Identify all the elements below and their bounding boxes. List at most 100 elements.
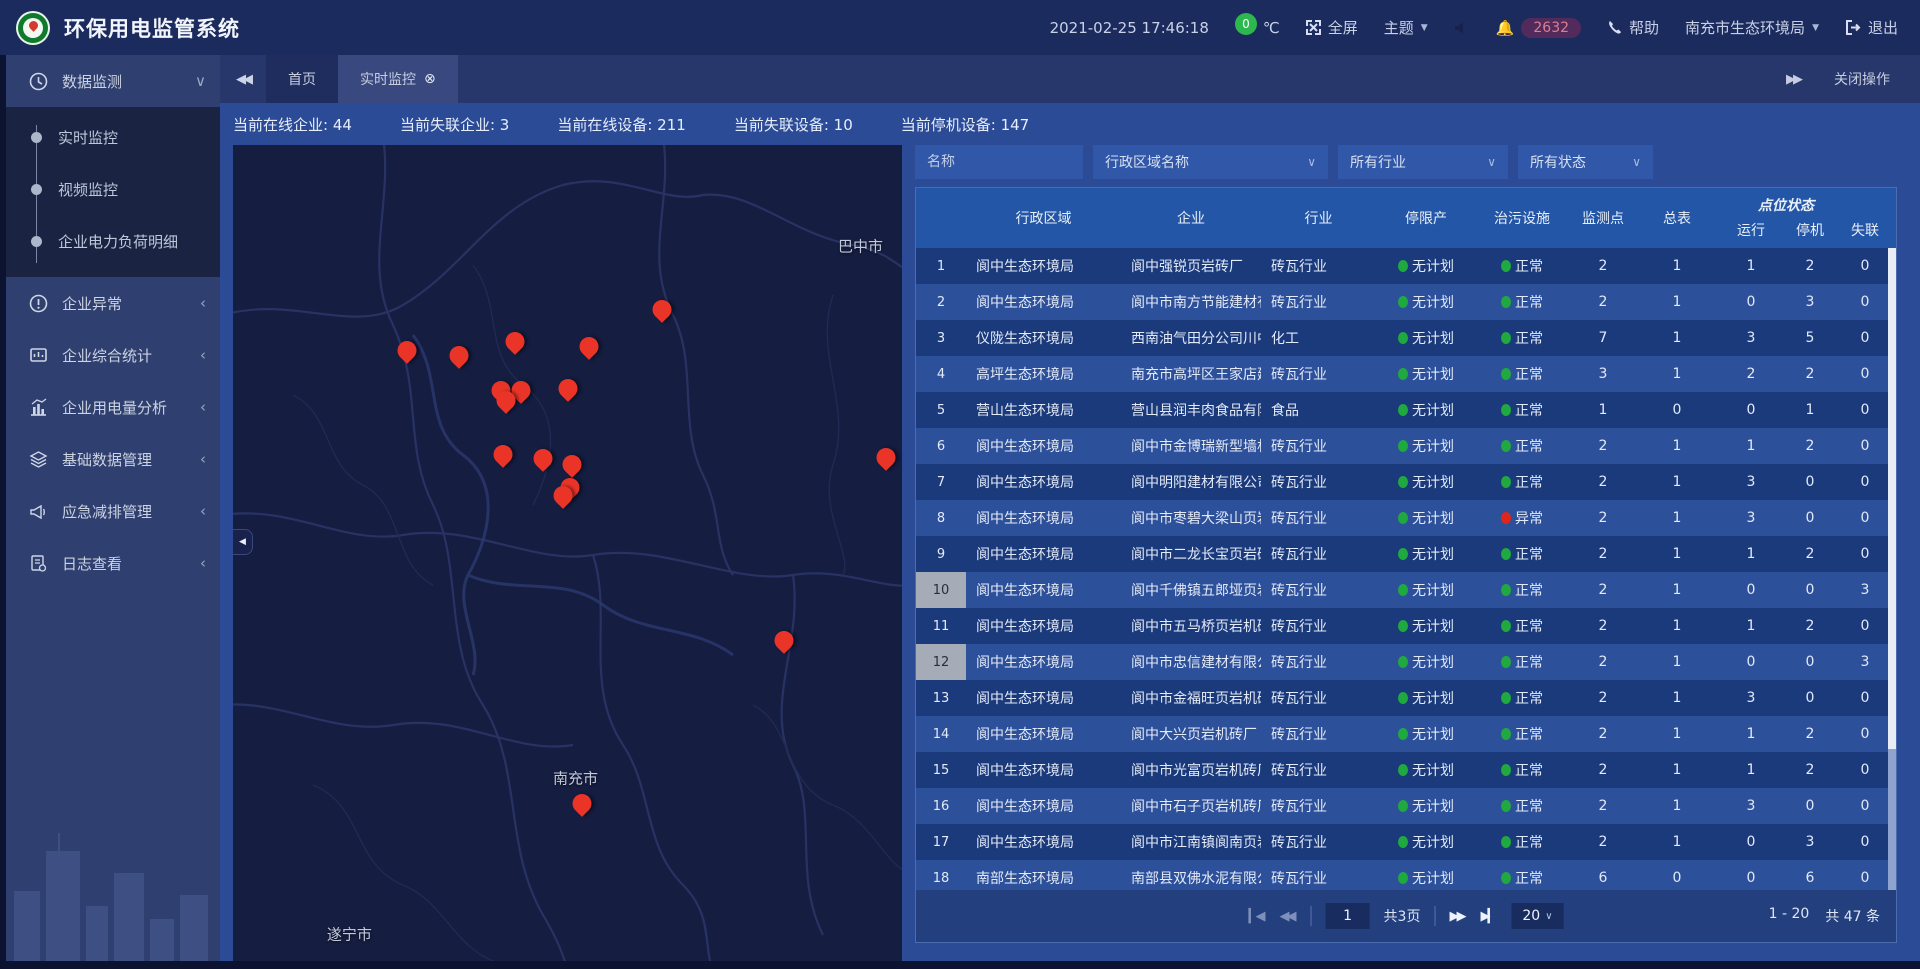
tabs-scroll-left-button[interactable]: ◀◀ bbox=[220, 72, 266, 87]
lost-cell: 0 bbox=[1834, 860, 1896, 890]
sidebar-item-enterprise-statistics[interactable]: 企业综合统计 ‹ bbox=[6, 329, 220, 381]
column-group-point-status: 点位状态 bbox=[1696, 195, 1876, 215]
industry-select[interactable]: 所有行业 ∨ bbox=[1338, 145, 1508, 179]
clock-icon bbox=[28, 72, 48, 91]
tabs-scroll-right-button[interactable]: ▶▶ bbox=[1786, 72, 1800, 87]
next-page-button[interactable]: ▶▶ bbox=[1449, 909, 1466, 924]
table-row[interactable]: 13阆中生态环境局阆中市金福旺页岩机砖砖瓦行业无计划正常21300 bbox=[916, 680, 1896, 716]
status-select[interactable]: 所有状态 ∨ bbox=[1518, 145, 1653, 179]
bell-icon: 🔔 bbox=[1496, 19, 1515, 37]
table-row[interactable]: 17阆中生态环境局阆中市江南镇阆南页岩砖瓦行业无计划正常21030 bbox=[916, 824, 1896, 860]
chevron-expanded-icon: ∨ bbox=[195, 72, 206, 90]
plan-status-cell: 无计划 bbox=[1376, 644, 1476, 680]
points-cell: 2 bbox=[1568, 824, 1638, 860]
sidebar-item-enterprise-anomaly[interactable]: 企业异常 ‹ bbox=[6, 277, 220, 329]
notifications[interactable]: 🔔 2632 bbox=[1496, 18, 1581, 38]
industry-cell: 砖瓦行业 bbox=[1261, 680, 1376, 716]
mute-speaker-button[interactable] bbox=[1454, 21, 1470, 35]
lost-cell: 0 bbox=[1834, 284, 1896, 320]
table-scrollbar[interactable] bbox=[1888, 248, 1896, 890]
help-button[interactable]: 帮助 bbox=[1607, 17, 1659, 38]
last-page-button[interactable]: ▶▎ bbox=[1480, 909, 1497, 924]
column-header-facility: 治污设施 bbox=[1476, 188, 1568, 248]
scrollbar-thumb[interactable] bbox=[1888, 248, 1896, 749]
bullet-dot-icon bbox=[31, 236, 42, 247]
plan-status-cell: 无计划 bbox=[1376, 428, 1476, 464]
facility-status-cell: 正常 bbox=[1476, 752, 1568, 788]
close-operations-button[interactable]: 关闭操作 bbox=[1834, 69, 1890, 89]
facility-status-cell: 正常 bbox=[1476, 392, 1568, 428]
sidebar-item-video-monitoring[interactable]: 视频监控 bbox=[6, 163, 220, 215]
table-row[interactable]: 7阆中生态环境局阆中明阳建材有限公司砖瓦行业无计划正常21300 bbox=[916, 464, 1896, 500]
status-dot-icon bbox=[1501, 836, 1511, 848]
sidebar-item-realtime-monitoring[interactable]: 实时监控 bbox=[6, 111, 220, 163]
page-size-select[interactable]: 20 ∨ bbox=[1511, 903, 1563, 929]
status-dot-icon bbox=[1501, 512, 1511, 524]
running-cell: 1 bbox=[1716, 428, 1786, 464]
first-page-button[interactable]: ▎◀ bbox=[1249, 909, 1266, 924]
chevron-down-icon: ∨ bbox=[1545, 911, 1552, 922]
sidebar-item-log-view[interactable]: 日志查看 ‹ bbox=[6, 537, 220, 589]
points-cell: 2 bbox=[1568, 788, 1638, 824]
table-row[interactable]: 9阆中生态环境局阆中市二龙长宝页岩砖砖瓦行业无计划正常21120 bbox=[916, 536, 1896, 572]
map-city-label: 南充市 bbox=[553, 768, 598, 789]
fullscreen-icon bbox=[1306, 20, 1321, 35]
points-cell: 2 bbox=[1568, 428, 1638, 464]
table-row[interactable]: 16阆中生态环境局阆中市石子页岩机砖厂砖瓦行业无计划正常21300 bbox=[916, 788, 1896, 824]
prev-page-button[interactable]: ◀◀ bbox=[1280, 909, 1297, 924]
org-dropdown[interactable]: 南充市生态环境局 ▼ bbox=[1685, 17, 1819, 38]
name-search-input[interactable] bbox=[915, 145, 1083, 179]
meters-cell: 1 bbox=[1638, 248, 1716, 284]
row-number-cell: 12 bbox=[916, 644, 966, 680]
table-row[interactable]: 15阆中生态环境局阆中市光富页岩机砖厂砖瓦行业无计划正常21120 bbox=[916, 752, 1896, 788]
map-collapse-button[interactable]: ◀ bbox=[233, 529, 253, 555]
table-row[interactable]: 2阆中生态环境局阆中市南方节能建材有砖瓦行业无计划正常21030 bbox=[916, 284, 1896, 320]
table-row[interactable]: 1阆中生态环境局阆中强锐页岩砖厂砖瓦行业无计划正常21120 bbox=[916, 248, 1896, 284]
table-row[interactable]: 6阆中生态环境局阆中市金博瑞新型墙材砖瓦行业无计划正常21120 bbox=[916, 428, 1896, 464]
table-row[interactable]: 5营山生态环境局营山县润丰肉食品有限食品无计划正常10010 bbox=[916, 392, 1896, 428]
stopped-cell: 2 bbox=[1786, 536, 1834, 572]
meters-cell: 1 bbox=[1638, 608, 1716, 644]
points-cell: 2 bbox=[1568, 248, 1638, 284]
status-dot-icon bbox=[1501, 800, 1511, 812]
brand: 环保用电监管系统 bbox=[16, 11, 240, 45]
page-number-input[interactable] bbox=[1326, 903, 1370, 929]
plan-status-cell: 无计划 bbox=[1376, 392, 1476, 428]
map-panel[interactable]: 巴中市南充市遂宁市 ◀ bbox=[233, 145, 902, 961]
row-number-cell: 17 bbox=[916, 824, 966, 860]
table-row[interactable]: 8阆中生态环境局阆中市枣碧大梁山页岩砖瓦行业无计划异常21300 bbox=[916, 500, 1896, 536]
points-cell: 2 bbox=[1568, 608, 1638, 644]
logout-button[interactable]: 退出 bbox=[1845, 17, 1898, 38]
industry-cell: 砖瓦行业 bbox=[1261, 824, 1376, 860]
meters-cell: 0 bbox=[1638, 860, 1716, 890]
column-header-company: 企业 bbox=[1121, 188, 1261, 248]
close-tab-icon[interactable]: ⊗ bbox=[424, 71, 436, 87]
row-number-cell: 4 bbox=[916, 356, 966, 392]
tab-home[interactable]: 首页 bbox=[266, 55, 338, 103]
tab-realtime-monitoring[interactable]: 实时监控 ⊗ bbox=[338, 55, 458, 103]
sidebar-item-power-usage-analysis[interactable]: 企业用电量分析 ‹ bbox=[6, 381, 220, 433]
top-header: 环保用电监管系统 2021-02-25 17:46:18 0 ℃ 全屏 主题 ▼ bbox=[0, 0, 1920, 55]
sidebar-item-emergency-reduction[interactable]: 应急减排管理 ‹ bbox=[6, 485, 220, 537]
table-row[interactable]: 10阆中生态环境局阆中千佛镇五郎垭页岩砖瓦行业无计划正常21003 bbox=[916, 572, 1896, 608]
fullscreen-button[interactable]: 全屏 bbox=[1306, 17, 1358, 38]
running-cell: 0 bbox=[1716, 572, 1786, 608]
table-row[interactable]: 11阆中生态环境局阆中市五马桥页岩机砖砖瓦行业无计划正常21120 bbox=[916, 608, 1896, 644]
sidebar-item-data-monitoring[interactable]: 数据监测 ∨ bbox=[6, 55, 220, 107]
sidebar-item-power-load-detail[interactable]: 企业电力负荷明细 bbox=[6, 215, 220, 267]
table-row[interactable]: 14阆中生态环境局阆中大兴页岩机砖厂砖瓦行业无计划正常21120 bbox=[916, 716, 1896, 752]
region-select[interactable]: 行政区域名称 ∨ bbox=[1093, 145, 1328, 179]
chevron-collapsed-icon: ‹ bbox=[200, 346, 206, 364]
meters-cell: 1 bbox=[1638, 428, 1716, 464]
table-row[interactable]: 3仪陇生态环境局西南油气田分公司川中化工无计划正常71350 bbox=[916, 320, 1896, 356]
points-cell: 2 bbox=[1568, 500, 1638, 536]
running-cell: 0 bbox=[1716, 824, 1786, 860]
industry-cell: 食品 bbox=[1261, 392, 1376, 428]
table-row[interactable]: 18南部生态环境局南部县双佛水泥有限公砖瓦行业无计划正常60060 bbox=[916, 860, 1896, 890]
theme-dropdown[interactable]: 主题 ▼ bbox=[1384, 17, 1428, 38]
table-row[interactable]: 12阆中生态环境局阆中市忠信建材有限公砖瓦行业无计划正常21003 bbox=[916, 644, 1896, 680]
sidebar-item-base-data-management[interactable]: 基础数据管理 ‹ bbox=[6, 433, 220, 485]
table-row[interactable]: 4高坪生态环境局南充市高坪区王家店建砖瓦行业无计划正常31220 bbox=[916, 356, 1896, 392]
divider bbox=[1434, 906, 1435, 926]
industry-cell: 砖瓦行业 bbox=[1261, 716, 1376, 752]
